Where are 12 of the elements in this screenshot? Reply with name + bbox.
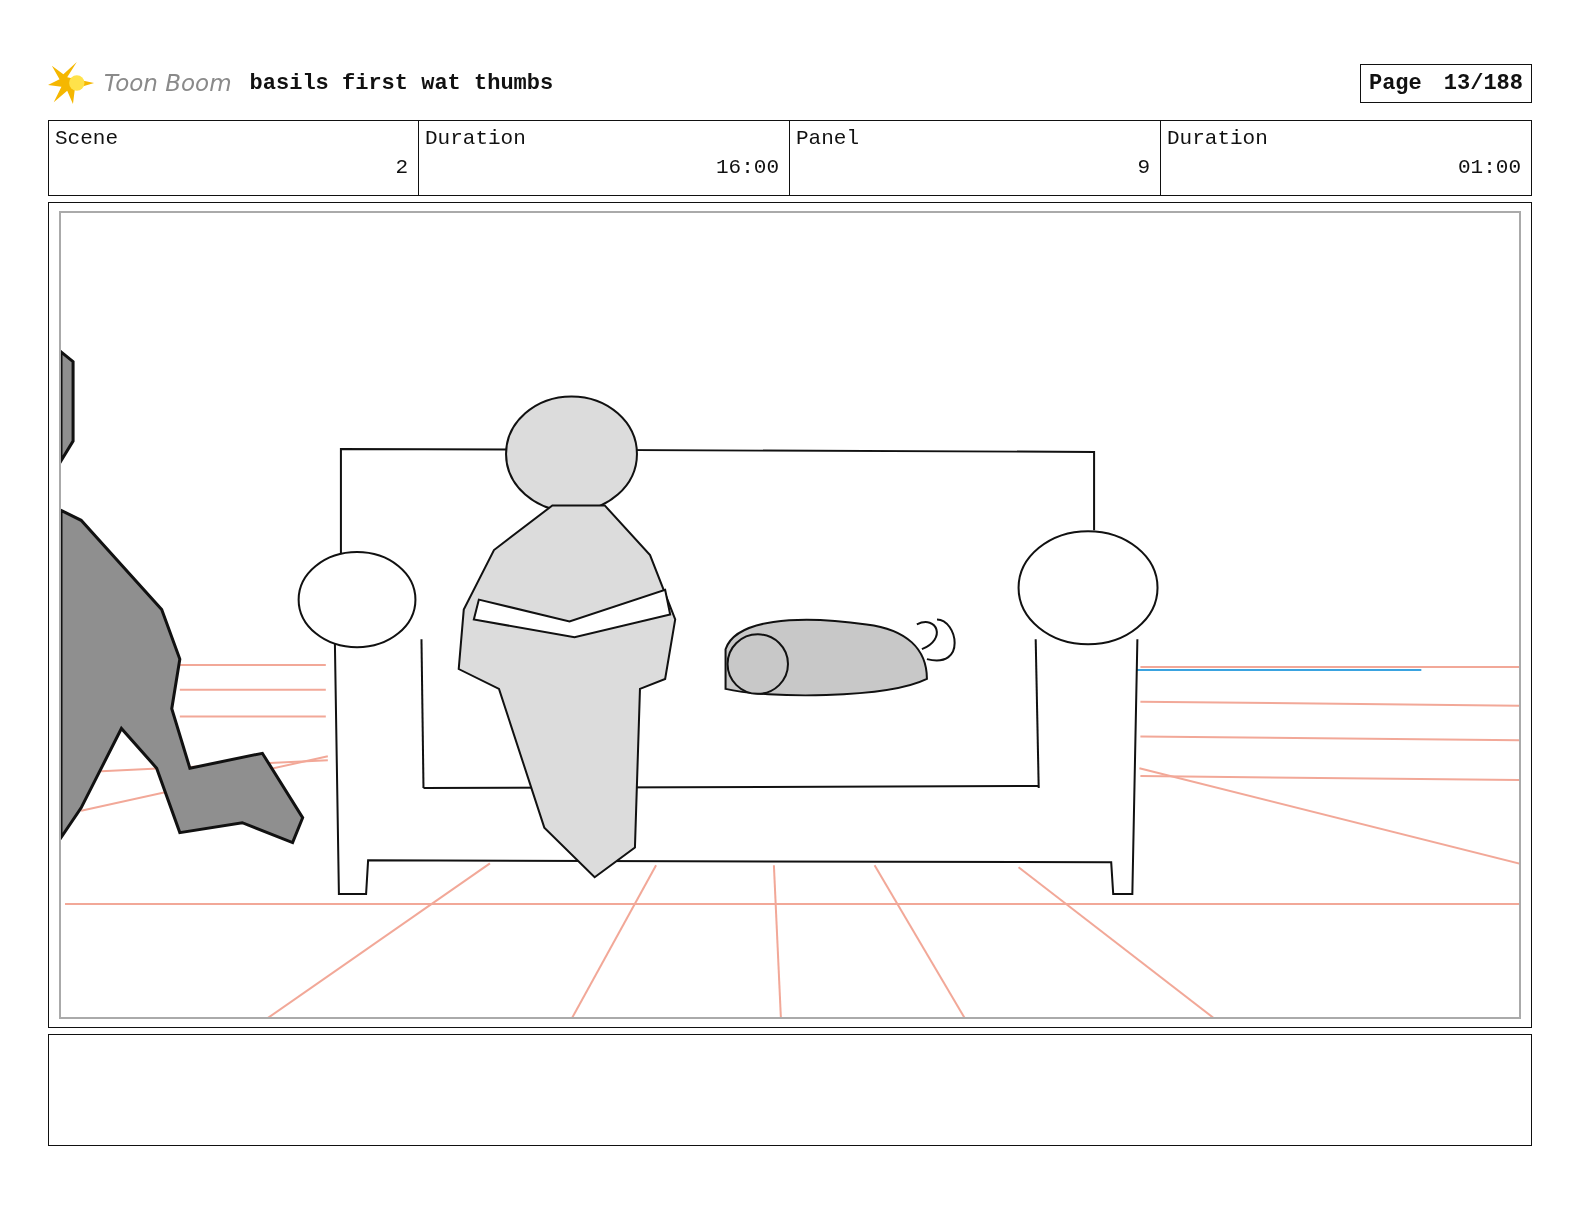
column-header: Scene xyxy=(55,127,119,150)
storyboard-title: basils first wat thumbs xyxy=(249,70,554,96)
column-header: Duration xyxy=(1167,127,1269,150)
page-number: 13/188 xyxy=(1443,70,1523,96)
table-cell: 9 xyxy=(1137,156,1150,179)
column-header: Duration xyxy=(425,127,527,150)
column-header: Panel xyxy=(796,127,860,150)
page-label: Page xyxy=(1368,70,1422,96)
logo-text: Toon Boom xyxy=(104,70,232,96)
table-cell: 01:00 xyxy=(1458,156,1521,179)
table-cell: 2 xyxy=(395,156,408,179)
table-cell: 16:00 xyxy=(716,156,779,179)
